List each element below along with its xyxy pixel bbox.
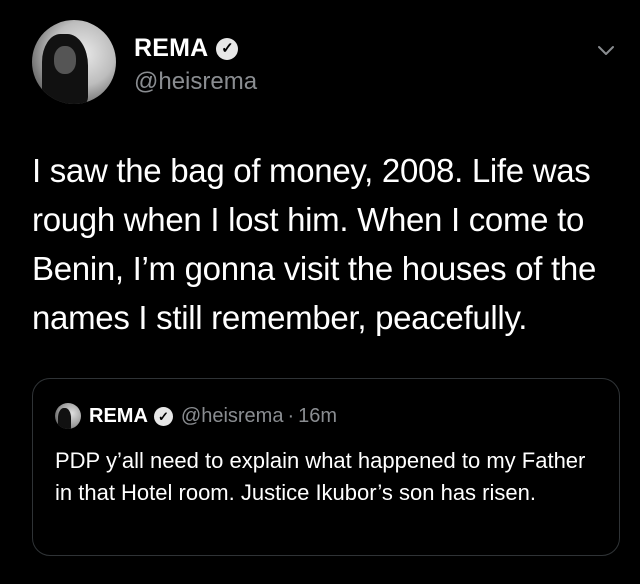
- quoted-tweet[interactable]: REMA ✓ @heisrema · 16m PDP y’all need to…: [32, 378, 620, 556]
- tweet-text: I saw the bag of money, 2008. Life was r…: [32, 152, 597, 336]
- quoted-avatar: [55, 403, 81, 429]
- quoted-tweet-header: REMA ✓ @heisrema · 16m: [55, 403, 337, 429]
- avatar-face: [54, 46, 76, 74]
- tweet-card: REMA ✓ @heisrema I saw the bag of money,…: [0, 0, 640, 584]
- quoted-author-handle: @heisrema: [180, 404, 284, 427]
- quoted-tweet-text: PDP y’all need to explain what happened …: [55, 448, 586, 505]
- author-name[interactable]: REMA: [134, 34, 208, 63]
- verified-check-icon: ✓: [216, 37, 239, 60]
- quoted-verified-check-icon: ✓: [153, 406, 173, 426]
- quoted-author-name: REMA: [89, 404, 148, 427]
- quoted-timestamp: 16m: [298, 404, 338, 427]
- avatar[interactable]: [32, 20, 116, 104]
- author-row: REMA ✓: [134, 34, 239, 63]
- chevron-down-icon[interactable]: [594, 38, 618, 62]
- author-handle[interactable]: @heisrema: [134, 68, 257, 96]
- quoted-separator: ·: [287, 404, 295, 427]
